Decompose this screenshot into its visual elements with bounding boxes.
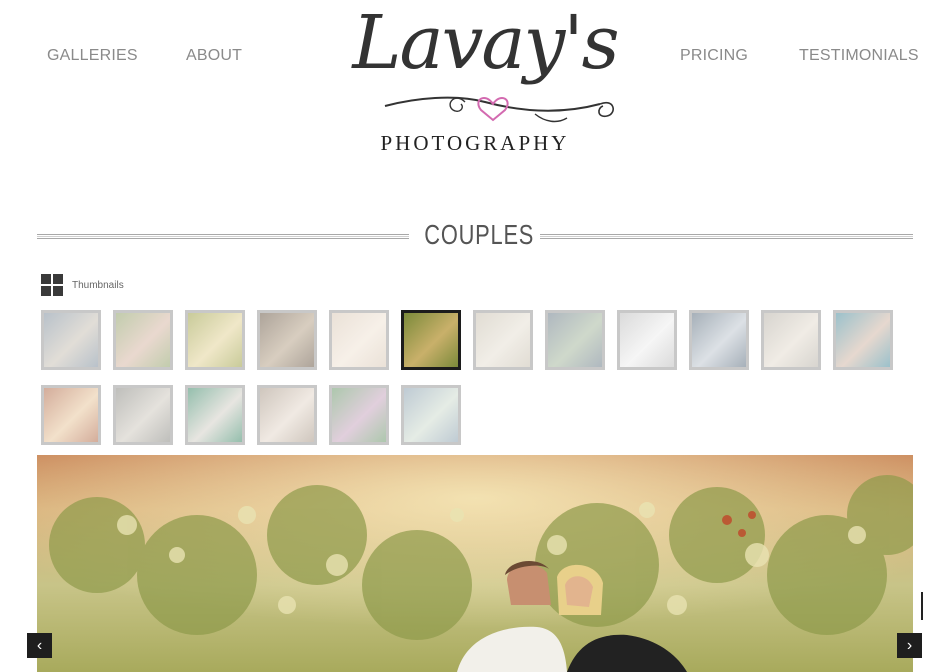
gallery-thumbnail[interactable] (41, 385, 101, 445)
gallery-title: COUPLES (424, 219, 535, 250)
gallery-thumbnail[interactable] (545, 310, 605, 370)
gallery-thumbnail[interactable] (41, 310, 101, 370)
thumbnail-overlay (764, 313, 818, 367)
thumbnail-overlay (332, 388, 386, 442)
logo-subtitle: PHOTOGRAPHY (380, 131, 570, 155)
grid-icon (41, 274, 63, 296)
nav-galleries[interactable]: GALLERIES (47, 47, 138, 65)
gallery-thumbnail[interactable] (617, 310, 677, 370)
nav-testimonials[interactable]: TESTIMONIALS (799, 47, 919, 65)
gallery-thumbnail[interactable] (257, 385, 317, 445)
title-rule-right (540, 234, 913, 239)
thumbnail-overlay (44, 313, 98, 367)
thumbnail-overlay (548, 313, 602, 367)
thumbnail-overlay (476, 313, 530, 367)
gallery-thumbnail[interactable] (329, 310, 389, 370)
thumbnail-overlay (116, 388, 170, 442)
thumbnails-toggle[interactable]: Thumbnails (41, 274, 124, 296)
thumbnail-overlay (692, 313, 746, 367)
nav-about[interactable]: ABOUT (186, 47, 242, 65)
nav-pricing[interactable]: PRICING (680, 47, 748, 65)
gallery-thumbnail[interactable] (329, 385, 389, 445)
thumbnail-overlay (260, 388, 314, 442)
gallery-thumbnail[interactable] (689, 310, 749, 370)
gallery-thumbnail[interactable] (185, 310, 245, 370)
gallery-thumbnail[interactable] (113, 385, 173, 445)
gallery-thumbnail[interactable] (185, 385, 245, 445)
thumbnail-overlay (260, 313, 314, 367)
next-arrow-button[interactable]: › (897, 633, 922, 658)
text-cursor (921, 592, 923, 620)
thumbnail-overlay (44, 388, 98, 442)
gallery-thumbnail[interactable] (401, 385, 461, 445)
title-rule-left (37, 234, 409, 239)
thumbnail-overlay (332, 313, 386, 367)
thumbnail-overlay (836, 313, 890, 367)
thumbnail-overlay (188, 388, 242, 442)
thumbnail-overlay (116, 313, 170, 367)
thumbnail-overlay (620, 313, 674, 367)
prev-arrow-button[interactable]: ‹ (27, 633, 52, 658)
gallery-thumbnail[interactable] (761, 310, 821, 370)
site-logo[interactable]: Lavay's PHOTOGRAPHY (345, 0, 625, 161)
gallery-thumbnail[interactable] (113, 310, 173, 370)
thumbnail-image (404, 313, 458, 367)
logo-flourish (384, 96, 614, 123)
gallery-thumbnail[interactable] (833, 310, 893, 370)
gallery-thumbnail[interactable] (473, 310, 533, 370)
main-photo (37, 455, 913, 672)
thumbnail-overlay (404, 388, 458, 442)
thumbnail-overlay (188, 313, 242, 367)
gallery-thumbnail[interactable] (401, 310, 461, 370)
thumbnails-label: Thumbnails (72, 279, 124, 291)
gallery-thumbnail[interactable] (257, 310, 317, 370)
